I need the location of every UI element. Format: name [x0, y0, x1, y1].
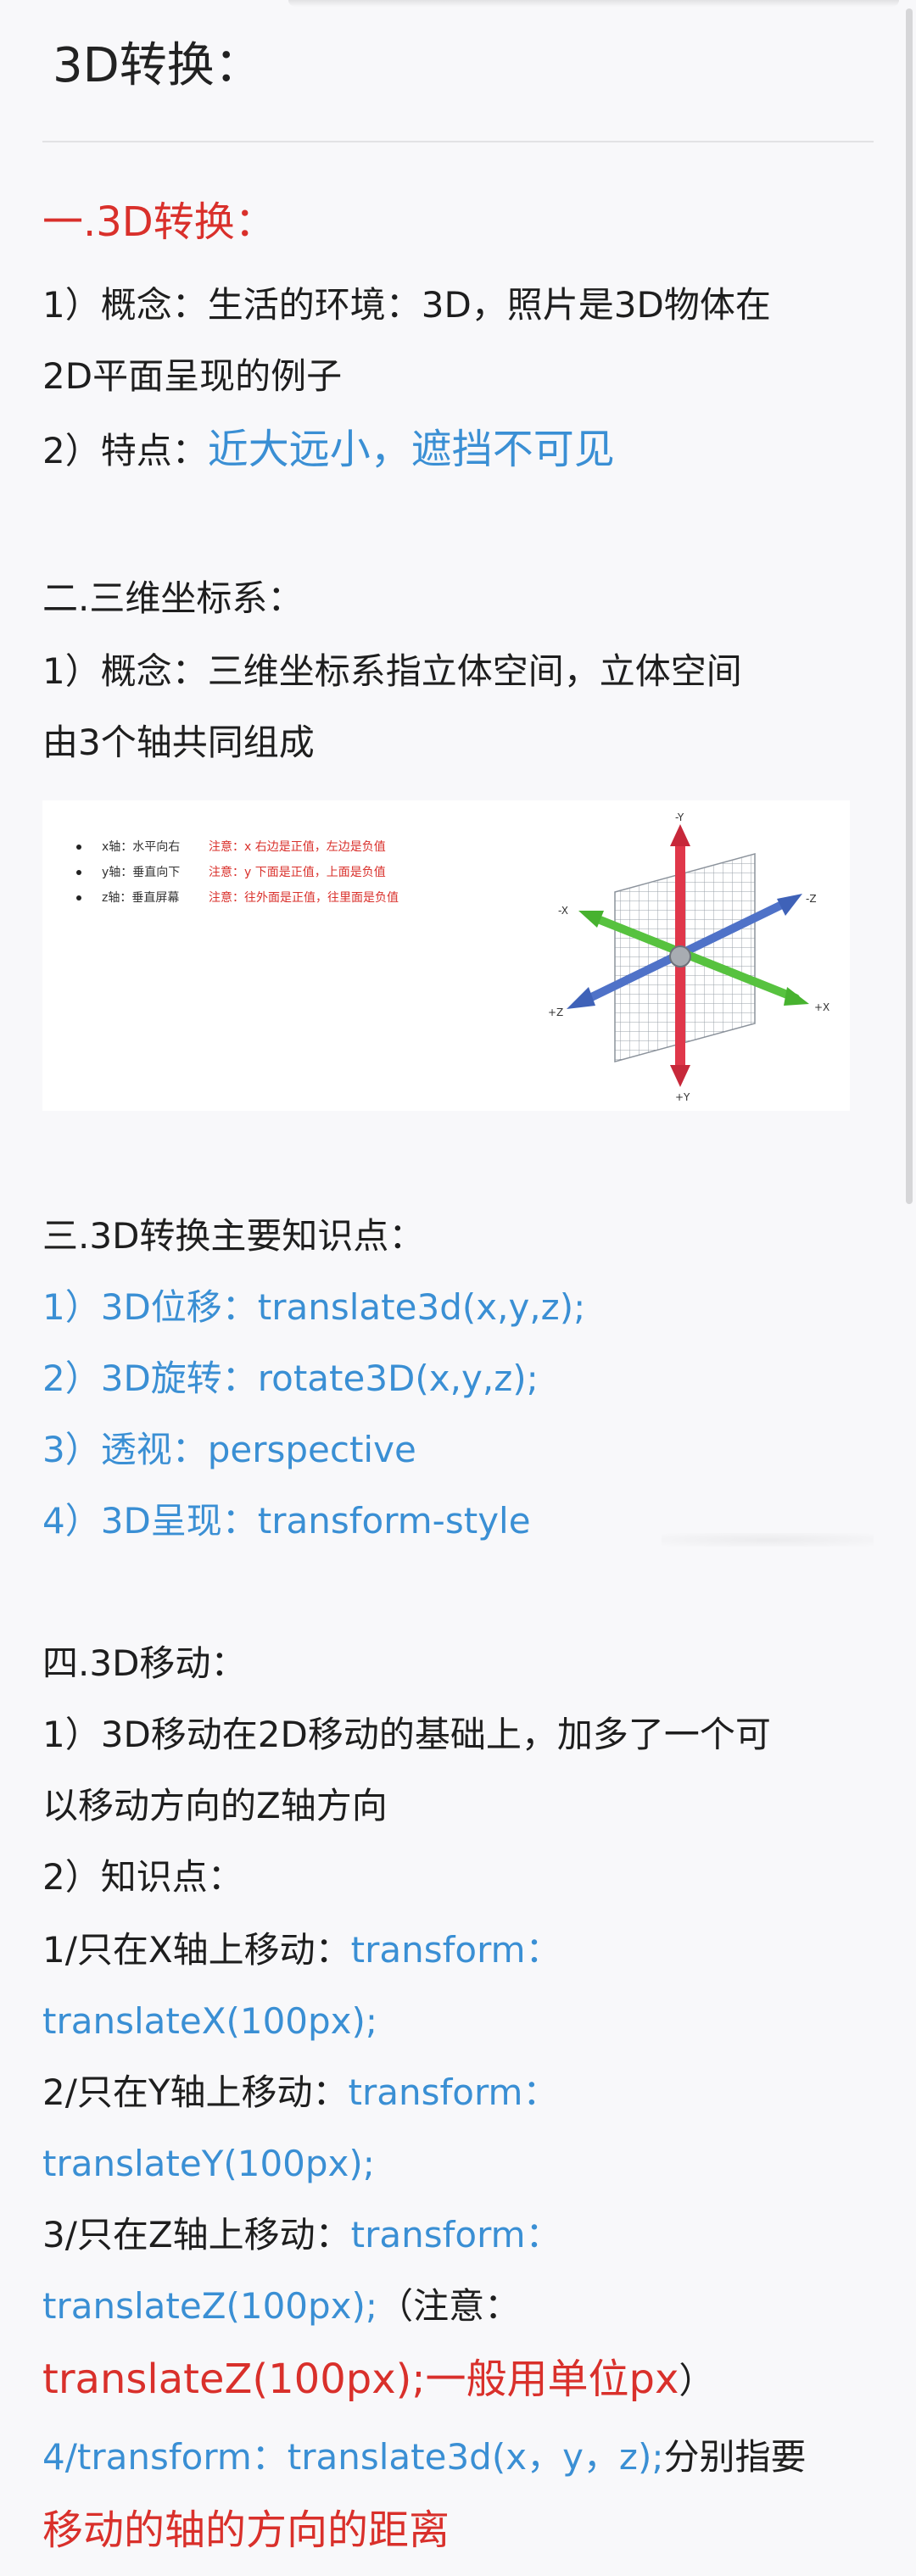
legend-note-y: 注意：y 下面是正值，上面是负值: [209, 866, 386, 879]
z-move-label: 3/只在Z轴上移动：: [42, 2214, 351, 2255]
section4-z-move: 3/只在Z轴上移动：transform：: [42, 2210, 561, 2261]
section1-heading: 一.3D转换：: [42, 198, 276, 246]
z-note-red: translateZ(100px);一般用单位px: [42, 2356, 679, 2403]
section4-y-move: 2/只在Y轴上移动：transform：: [42, 2067, 558, 2118]
z-move-code: transform：: [350, 2214, 561, 2255]
x-axis-neg-arrow: [578, 911, 604, 928]
legend-row-z: z轴：垂直屏幕 注意：往外面是正值，往里面是负值: [76, 885, 399, 911]
3d-axes-diagram: -Y +Y -X +X -Z +Z: [548, 811, 829, 1103]
section4-heading: 四.3D移动：: [42, 1642, 247, 1684]
origin-point: [669, 945, 691, 967]
scrollbar[interactable]: [906, 8, 913, 1204]
label-pos-x: +X: [814, 1001, 829, 1013]
label-neg-y: -Y: [675, 811, 684, 823]
legend-axis-x: x轴：水平向右: [102, 840, 181, 854]
section4-item4: 4/transform：translate3d(x，y，z);分别指要: [42, 2432, 807, 2483]
z-note-close: ）: [679, 2360, 715, 2401]
section3-item-perspective: 3）透视：perspective: [42, 1429, 416, 1470]
y-move-code: transform：: [348, 2071, 559, 2113]
faint-shadow: [662, 1533, 874, 1547]
item4-red-text: 移动的轴的方向的距离: [42, 2506, 450, 2554]
axis-legend: x轴：水平向右 注意：x 右边是正值，左边是负值 y轴：垂直向下 注意：y 下面…: [76, 834, 399, 911]
x-axis-pos-arrow: [784, 987, 809, 1006]
bullet-icon: [76, 870, 81, 875]
section4-intro-line1: 1）3D移动在2D移动的基础上，加多了一个可: [42, 1714, 771, 1755]
section1-feature-label: 2）特点：: [42, 430, 208, 471]
page-title: 3D转换：: [53, 38, 262, 93]
section4-intro-line2: 以移动方向的Z轴方向: [42, 1785, 388, 1826]
section1-feature: 2）特点：近大远小，遮挡不可见: [42, 424, 615, 477]
section3-item-transform-style: 4）3D呈现：transform-style: [42, 1500, 531, 1542]
legend-note-x: 注意：x 右边是正值，左边是负值: [209, 840, 386, 854]
section3-heading: 三.3D转换主要知识点：: [42, 1215, 425, 1257]
section1-feature-value: 近大远小，遮挡不可见: [207, 426, 615, 473]
z-move-code-value: translateZ(100px);: [42, 2285, 378, 2327]
y-move-code-value: translateY(100px);: [42, 2143, 375, 2184]
z-note-line: translateZ(100px);一般用单位px）: [42, 2354, 714, 2406]
z-move-code-line: translateZ(100px);（注意：: [42, 2281, 520, 2332]
label-neg-z: -Z: [806, 893, 817, 905]
section2-heading: 二.三维坐标系：: [42, 577, 304, 619]
section2-concept-line2: 由3个轴共同组成: [42, 722, 315, 763]
bullet-icon: [76, 845, 81, 850]
coordinate-system-figure: x轴：水平向右 注意：x 右边是正值，左边是负值 y轴：垂直向下 注意：y 下面…: [42, 800, 850, 1111]
label-neg-x: -X: [558, 905, 568, 917]
y-axis-neg-arrow: [670, 824, 690, 846]
bullet-icon: [76, 895, 81, 900]
item4-code: 4/transform：translate3d(x，y，z);: [42, 2436, 664, 2478]
section4-knowledge: 2）知识点：: [42, 1856, 243, 1898]
z-axis-neg-arrow: [777, 894, 802, 916]
y-move-label: 2/只在Y轴上移动：: [42, 2071, 349, 2113]
legend-note-z: 注意：往外面是正值，往里面是负值: [209, 891, 399, 905]
title-divider: [42, 141, 874, 142]
top-shadow: [288, 0, 899, 7]
section2-concept-line1: 1）概念：三维坐标系指立体空间，立体空间: [42, 650, 742, 692]
section3-item-translate3d: 1）3D位移：translate3d(x,y,z);: [42, 1286, 586, 1328]
y-axis-pos-arrow: [670, 1065, 690, 1087]
legend-axis-y: y轴：垂直向下: [102, 866, 181, 879]
x-move-code-value: translateX(100px);: [42, 2000, 378, 2042]
item4-text: 分别指要: [663, 2436, 807, 2478]
label-pos-z: +Z: [548, 1006, 563, 1018]
z-axis-pos-arrow: [567, 987, 595, 1009]
legend-row-x: x轴：水平向右 注意：x 右边是正值，左边是负值: [76, 834, 399, 860]
section3-item-rotate3d: 2）3D旋转：rotate3D(x,y,z);: [42, 1358, 539, 1399]
section1-concept-line2: 2D平面呈现的例子: [42, 355, 343, 397]
legend-row-y: y轴：垂直向下 注意：y 下面是正值，上面是负值: [76, 860, 399, 885]
legend-axis-z: z轴：垂直屏幕: [102, 891, 180, 905]
z-note-open: （注意：: [377, 2285, 521, 2327]
section4-x-move: 1/只在X轴上移动：transform：: [42, 1925, 561, 1976]
section1-concept-line1: 1）概念：生活的环境：3D，照片是3D物体在: [42, 284, 771, 326]
x-move-label: 1/只在X轴上移动：: [42, 1929, 351, 1971]
label-pos-y: +Y: [675, 1091, 690, 1103]
x-move-code: transform：: [350, 1929, 561, 1971]
